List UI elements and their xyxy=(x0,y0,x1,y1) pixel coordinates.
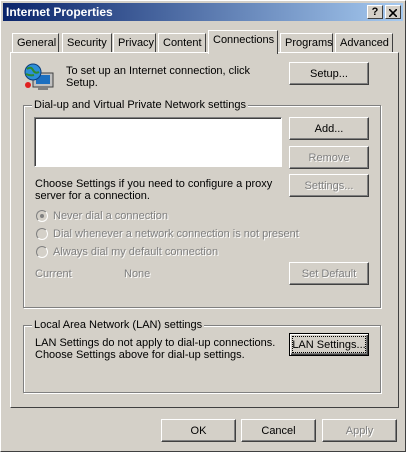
radio-never-dial[interactable] xyxy=(36,210,48,222)
tab-label: Security xyxy=(67,37,107,49)
current-connection-value: None xyxy=(124,268,151,280)
tab-security[interactable]: Security xyxy=(62,33,112,53)
current-connection-label: Current xyxy=(35,268,72,280)
tab-label: Connections xyxy=(213,34,275,46)
tab-label: Content xyxy=(163,37,202,49)
tab-general[interactable]: General xyxy=(12,33,59,53)
tab-advanced[interactable]: Advanced xyxy=(335,33,393,53)
close-icon xyxy=(389,9,397,17)
tab-connections[interactable]: Connections xyxy=(208,30,278,54)
radio-never-dial-label: Never dial a connection xyxy=(53,210,168,222)
remove-button[interactable]: Remove xyxy=(289,146,369,169)
tab-label: General xyxy=(17,37,57,49)
set-default-button[interactable]: Set Default xyxy=(289,262,369,285)
title-bar[interactable]: Internet Properties ? xyxy=(3,3,403,21)
radio-always-dial-label: Always dial my default connection xyxy=(53,246,219,258)
radio-dial-whenever-label: Dial whenever a network connection is no… xyxy=(53,228,299,240)
connections-listbox[interactable] xyxy=(34,117,282,167)
tab-label: Programs xyxy=(285,37,333,49)
add-button[interactable]: Add... xyxy=(289,117,369,140)
tab-programs[interactable]: Programs xyxy=(280,33,333,53)
setup-description-line2: Setup. xyxy=(66,77,98,89)
setup-button[interactable]: Setup... xyxy=(289,62,369,85)
window-title: Internet Properties xyxy=(6,5,113,19)
lan-settings-button[interactable]: LAN Settings... xyxy=(289,333,369,356)
internet-properties-dialog: Internet Properties ? General Security P… xyxy=(0,0,406,452)
radio-always-dial[interactable] xyxy=(36,246,48,258)
internet-connection-icon xyxy=(24,63,54,90)
lan-description-line2: Choose Settings above for dial-up settin… xyxy=(35,349,245,361)
radio-selected-dot xyxy=(40,214,44,218)
tab-privacy[interactable]: Privacy xyxy=(113,33,156,53)
radio-dial-whenever[interactable] xyxy=(36,228,48,240)
dialup-group-label: Dial-up and Virtual Private Network sett… xyxy=(32,99,248,111)
help-button[interactable]: ? xyxy=(367,5,383,19)
tab-label: Advanced xyxy=(340,37,389,49)
ok-button[interactable]: OK xyxy=(161,419,236,442)
lan-group-label: Local Area Network (LAN) settings xyxy=(32,319,205,331)
tab-label: Privacy xyxy=(118,37,155,49)
settings-button[interactable]: Settings... xyxy=(289,174,369,197)
proxy-hint-line2: server for a connection. xyxy=(35,190,150,202)
apply-button[interactable]: Apply xyxy=(322,419,397,442)
tab-content[interactable]: Content xyxy=(158,33,206,53)
close-button[interactable] xyxy=(385,5,401,19)
cancel-button[interactable]: Cancel xyxy=(241,419,316,442)
